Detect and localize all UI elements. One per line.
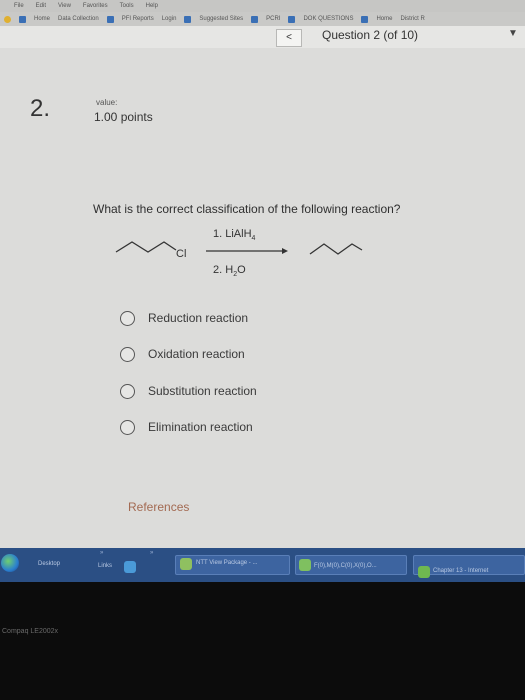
favorite-data-collection[interactable]: Data Collection xyxy=(58,16,99,22)
screen: File Edit View Favorites Tools Help Home… xyxy=(0,0,525,582)
radio-button[interactable] xyxy=(120,420,135,435)
ie-page-icon xyxy=(299,559,311,571)
choice-label: Substitution reaction xyxy=(148,384,257,398)
question-text: What is the correct classification of th… xyxy=(93,202,401,216)
taskbar-links[interactable]: Links xyxy=(98,563,112,569)
menu-tools[interactable]: Tools xyxy=(120,3,134,9)
ie-taskbar-icon[interactable] xyxy=(124,561,136,573)
value-label: value: xyxy=(96,98,118,107)
chevron-down-icon[interactable]: ▼ xyxy=(508,28,518,39)
favorite-home-2[interactable]: Home xyxy=(376,16,392,22)
menu-edit[interactable]: Edit xyxy=(36,3,46,9)
radio-button[interactable] xyxy=(120,347,135,362)
package-icon xyxy=(180,558,192,570)
reactant-skeleton xyxy=(115,241,177,253)
toolbar-grip-icon: » xyxy=(150,550,154,556)
ie-page-icon xyxy=(251,15,259,23)
menu-view[interactable]: View xyxy=(58,3,71,9)
taskbar-desktop[interactable]: Desktop xyxy=(38,561,60,567)
choice-label: Reduction reaction xyxy=(148,311,249,325)
suggested-sites-icon xyxy=(184,15,192,23)
product-skeleton xyxy=(309,243,363,255)
leaving-group-label: Cl xyxy=(176,248,186,260)
taskbar-window-chapter-label: Chapter 13 - Internet xyxy=(433,568,489,574)
favorite-dok-questions[interactable]: DOK QUESTIONS xyxy=(303,16,353,22)
favorite-suggested-sites[interactable]: Suggested Sites xyxy=(199,16,243,22)
favorite-pcri[interactable]: PCRI xyxy=(266,16,280,22)
link-icon xyxy=(106,15,114,23)
toolbar-grip-icon: » xyxy=(100,550,104,556)
question-counter: Question 2 (of 10) xyxy=(322,28,419,42)
windows-start-icon[interactable] xyxy=(1,554,19,572)
menu-file[interactable]: File xyxy=(14,3,24,9)
home-icon xyxy=(361,15,369,23)
ie-page-icon xyxy=(418,566,430,578)
favorites-star-icon[interactable] xyxy=(4,15,11,23)
radio-button[interactable] xyxy=(120,311,135,326)
question-content xyxy=(0,48,525,548)
taskbar-window-report-label: F(0),M(0),C(0),X(0),O... xyxy=(314,563,377,569)
choice-label: Oxidation reaction xyxy=(148,347,245,361)
menu-favorites[interactable]: Favorites xyxy=(83,3,108,9)
ie-page-icon xyxy=(288,15,296,23)
radio-button[interactable] xyxy=(120,384,135,399)
favorite-home[interactable]: Home xyxy=(34,16,50,22)
reaction-scheme: Cl 1. LiAlH4 2. H2O xyxy=(115,228,363,278)
previous-question-button[interactable]: < xyxy=(276,29,302,47)
reagent-step-1: 1. LiAlH4 xyxy=(213,228,256,242)
favorite-pfi-reports[interactable]: PFI Reports xyxy=(122,16,154,22)
favorite-login[interactable]: Login xyxy=(162,16,177,22)
monitor-brand: Compaq LE2002x xyxy=(2,628,59,635)
menu-help[interactable]: Help xyxy=(146,3,158,9)
choice-label: Elimination reaction xyxy=(148,420,253,434)
references-link[interactable]: References xyxy=(128,500,189,514)
question-number: 2. xyxy=(30,95,51,122)
home-icon xyxy=(19,15,26,23)
question-nav-bar xyxy=(0,26,525,49)
reagent-step-2: 2. H2O xyxy=(213,264,246,278)
browser-menubar: File Edit View Favorites Tools Help xyxy=(0,0,525,12)
taskbar-window-ntt-label: NTT View Package - ... xyxy=(196,560,258,566)
favorite-district[interactable]: District R xyxy=(400,16,424,22)
question-points: 1.00 points xyxy=(94,110,153,124)
favorites-bar: Home Data Collection PFI Reports Login S… xyxy=(0,12,525,26)
arrow-head-icon xyxy=(282,248,288,254)
